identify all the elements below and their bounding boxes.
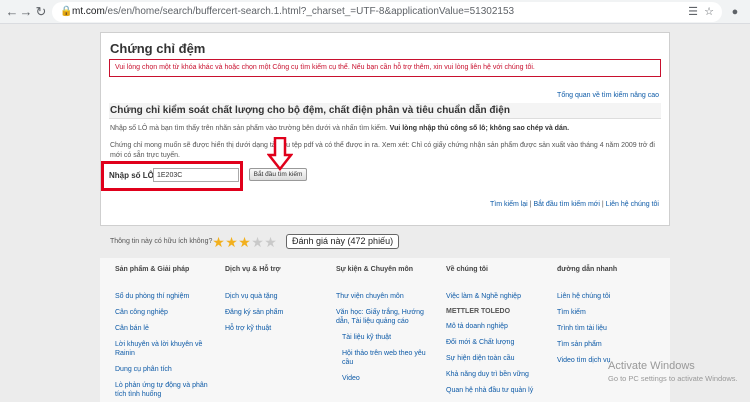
star-1-icon[interactable]: ★ [212, 235, 225, 249]
watermark-title: Activate Windows [608, 360, 695, 372]
footer-link[interactable]: Khả năng duy trì bền vững [446, 370, 556, 379]
footer-column-events: Sự kiện & Chuyên môn Thư viện chuyên môn… [336, 266, 446, 390]
footer-subtitle: METTLER TOLEDO [446, 308, 511, 315]
bottom-links: Tìm kiếm lại | Bắt đầu tìm kiếm mới | Li… [490, 201, 659, 208]
footer-link[interactable]: Thư viện chuyên môn [336, 292, 446, 301]
footer-link[interactable]: Tài liệu kỹ thuật [336, 333, 446, 342]
footer-link[interactable]: Mô tả doanh nghiệp [446, 322, 556, 331]
star-5-icon[interactable]: ★ [264, 235, 277, 249]
footer-link[interactable]: Lò phản ứng tự động và phân tích tình hu… [115, 381, 213, 399]
url-path: /es/en/home/search/buffercert-search.1.h… [104, 6, 515, 17]
instruction-text: Nhập số LÔ mà bạn tìm thấy trên nhãn sản… [110, 125, 569, 132]
url-text[interactable]: mt.com/es/en/home/search/buffercert-sear… [72, 6, 514, 17]
advanced-search-overview-link[interactable]: Tổng quan về tìm kiếm nâng cao [557, 92, 659, 99]
down-arrow-annotation-icon [267, 137, 293, 171]
separator: | [529, 201, 532, 208]
translate-icon[interactable]: ☰ [686, 4, 700, 20]
footer-link[interactable]: Trình tìm tài liệu [557, 324, 667, 333]
error-alert: Vui lòng chọn một từ khóa khác và hoặc c… [109, 59, 661, 77]
footer-column-services: Dịch vụ & Hỗ trợ Dịch vụ quà tặng Đăng k… [225, 266, 335, 340]
footer: Sản phẩm & Giải pháp Sổ du phòng thí ngh… [100, 258, 670, 402]
lock-icon: 🔒 [60, 6, 73, 17]
watermark-subtitle: Go to PC settings to activate Windows. [608, 374, 738, 383]
browser-toolbar: ← → ↻ 🔒 mt.com/es/en/home/search/bufferc… [0, 0, 750, 24]
section-title: Chứng chỉ kiểm soát chất lượng cho bộ đệ… [109, 103, 661, 119]
url-host: mt.com [72, 6, 105, 17]
footer-column-title: đường dẫn nhanh [557, 266, 618, 273]
footer-link[interactable]: Sự hiện diện toàn cầu [446, 354, 556, 363]
reload-icon[interactable]: ↻ [33, 4, 49, 20]
contact-us-link[interactable]: Liên hệ chúng tôi [606, 201, 659, 208]
page-title: Chứng chỉ đệm [110, 41, 206, 56]
buffer-certificate-panel: Chứng chỉ đệm Vui lòng chọn một từ khóa … [100, 32, 670, 226]
footer-column-about: Về chúng tôi Việc làm & Nghề nghiệp METT… [446, 266, 556, 402]
separator: | [601, 201, 604, 208]
search-again-link[interactable]: Tìm kiếm lại [490, 201, 528, 208]
footer-column-quick-links: đường dẫn nhanh Liên hệ chúng tôi Tìm ki… [557, 266, 667, 372]
footer-link[interactable]: Video [336, 374, 446, 383]
footer-link[interactable]: Dung cụ phân tích [115, 365, 205, 374]
footer-link[interactable]: Cân công nghiệp [115, 308, 205, 317]
profile-icon[interactable]: ● [728, 4, 742, 20]
footer-link[interactable]: Văn học: Giấy trắng, Hướng dẫn, Tài liệu… [336, 308, 426, 326]
rating-badge[interactable]: Đánh giá này (472 phiếu) [286, 234, 400, 249]
instruction-plain: Nhập số LÔ mà bạn tìm thấy trên nhãn sản… [110, 125, 390, 132]
footer-link[interactable]: Lời khuyên và lời khuyên về Rainin [115, 340, 205, 358]
footer-link[interactable]: Hội thảo trên web theo yêu cầu [336, 349, 432, 367]
footer-column-title: Sự kiện & Chuyên môn [336, 266, 414, 273]
star-icon[interactable]: ☆ [702, 4, 716, 20]
footer-link[interactable]: Tìm kiếm [557, 308, 667, 317]
footer-link[interactable]: Dịch vụ quà tặng [225, 292, 335, 301]
address-bar[interactable]: 🔒 mt.com/es/en/home/search/buffercert-se… [52, 2, 722, 22]
info-text: Chứng chỉ mong muốn sẽ được hiển thị dướ… [110, 142, 655, 159]
instruction-bold: Vui lòng nhập thủ công số lô; không sao … [389, 125, 570, 132]
footer-link[interactable]: Đổi mới & Chất lượng [446, 338, 556, 347]
lot-number-input[interactable] [153, 168, 239, 182]
footer-link[interactable]: Liên hệ chúng tôi [557, 292, 667, 301]
footer-link[interactable]: Sổ du phòng thí nghiệm [115, 292, 205, 301]
footer-link[interactable]: Đăng ký sản phẩm [225, 308, 335, 317]
footer-link[interactable]: Tìm sản phẩm [557, 340, 667, 349]
footer-link[interactable]: Cân bán lẻ [115, 324, 205, 333]
new-search-link[interactable]: Bắt đầu tìm kiếm mới [533, 201, 599, 208]
star-3-icon[interactable]: ★ [238, 235, 251, 249]
footer-column-title: Dịch vụ & Hỗ trợ [225, 266, 281, 273]
star-2-icon[interactable]: ★ [225, 235, 238, 249]
footer-column-products: Sản phẩm & Giải pháp Sổ du phòng thí ngh… [115, 266, 225, 402]
lot-label: Nhập số LÔ: [109, 171, 157, 180]
footer-column-title: Về chúng tôi [446, 266, 488, 273]
activate-windows-watermark: Activate Windows Go to PC settings to ac… [608, 360, 738, 383]
footer-column-title: Sản phẩm & Giải pháp [115, 266, 190, 273]
rating-question: Thông tin này có hữu ích không? [110, 238, 213, 245]
footer-link[interactable]: Hỗ trợ kỹ thuật [225, 324, 335, 333]
star-rating: ★★★★★ [212, 234, 277, 249]
footer-link[interactable]: Việc làm & Nghề nghiệp [446, 292, 556, 301]
star-4-icon[interactable]: ★ [251, 235, 264, 249]
forward-arrow-icon[interactable]: → [18, 4, 34, 20]
footer-link[interactable]: Quan hệ nhà đầu tư quản lý [446, 386, 556, 395]
